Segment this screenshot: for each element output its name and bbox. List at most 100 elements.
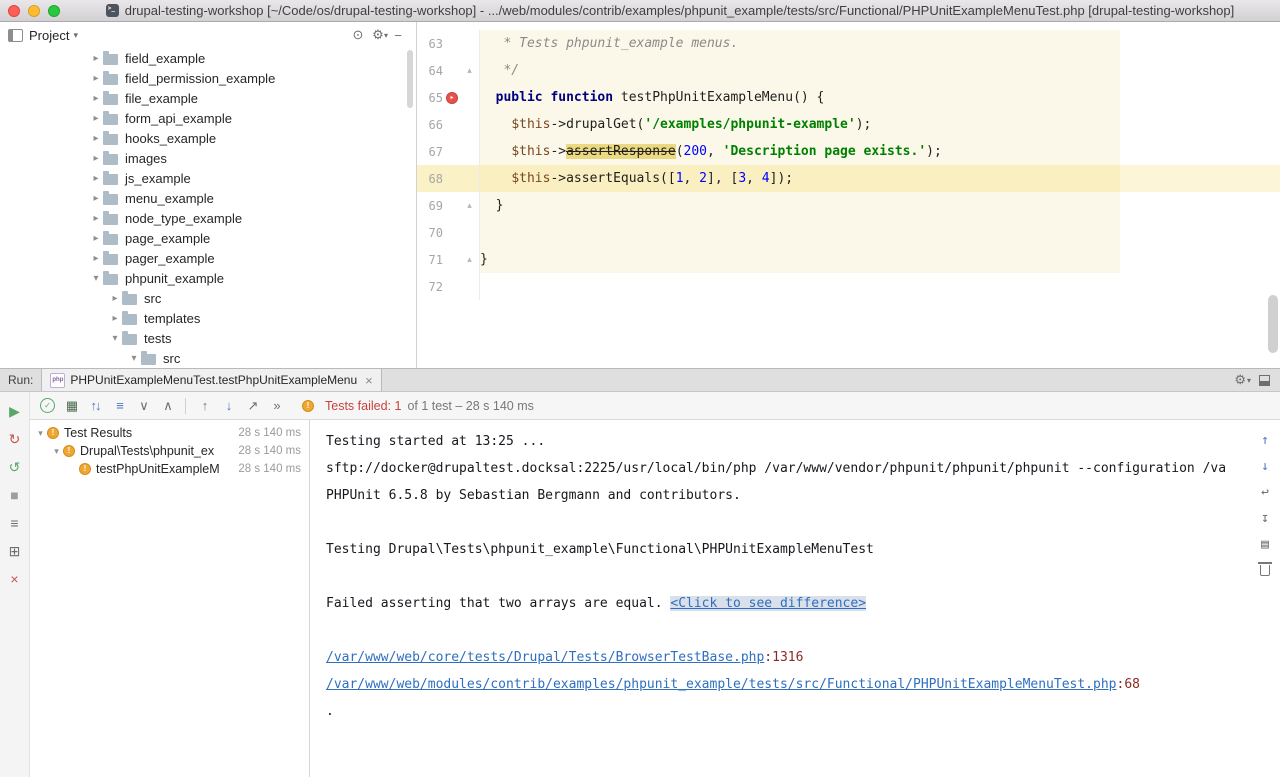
chevron-right-icon[interactable]: ▸ xyxy=(108,313,122,324)
chevron-down-icon[interactable]: ▾ xyxy=(89,273,103,284)
editor-gutter[interactable]: 72 xyxy=(417,273,480,300)
editor-line[interactable]: 66 $this->drupalGet('/examples/phpunit-e… xyxy=(417,111,1280,138)
project-panel-title[interactable]: Project xyxy=(29,28,69,43)
project-tree-item[interactable]: ▸form_api_example xyxy=(0,108,416,128)
chevron-right-icon[interactable]: ▸ xyxy=(89,173,103,184)
editor-gutter[interactable]: 64▴ xyxy=(417,57,480,84)
test-tree-item[interactable]: !testPhpUnitExampleM28 s 140 ms xyxy=(30,460,309,478)
rerun-button[interactable]: ▶ xyxy=(6,402,24,420)
editor-gutter[interactable]: 71▴ xyxy=(417,246,480,273)
test-tree-item[interactable]: ▾!Drupal\Tests\phpunit_ex28 s 140 ms xyxy=(30,442,309,460)
console-link[interactable]: /var/www/web/core/tests/Drupal/Tests/Bro… xyxy=(326,650,764,665)
project-tree-item[interactable]: ▸hooks_example xyxy=(0,128,416,148)
chevron-right-icon[interactable]: ▸ xyxy=(89,193,103,204)
sort-alphabetically-button[interactable]: ≡ xyxy=(111,398,127,413)
editor-gutter[interactable]: 68 xyxy=(417,165,480,192)
project-tree-item[interactable]: ▸node_type_example xyxy=(0,208,416,228)
editor-line[interactable]: 71▴} xyxy=(417,246,1280,273)
stop-button[interactable]: ■ xyxy=(6,486,24,504)
editor-line[interactable]: 67 $this->assertResponse(200, 'Descripti… xyxy=(417,138,1280,165)
project-tree-item[interactable]: ▸src xyxy=(0,288,416,308)
chevron-right-icon[interactable]: ▸ xyxy=(89,133,103,144)
project-tree-item[interactable]: ▸js_example xyxy=(0,168,416,188)
scroll-to-end-button[interactable]: ↧ xyxy=(1255,508,1275,528)
editor-line[interactable]: 64▴ */ xyxy=(417,57,1280,84)
editor-line[interactable]: 72 xyxy=(417,273,1280,300)
editor-scrollbar[interactable] xyxy=(1268,295,1278,353)
clear-all-button[interactable] xyxy=(1255,560,1275,580)
show-passed-button[interactable]: ✓ xyxy=(40,398,55,413)
minimize-window-button[interactable] xyxy=(28,5,40,17)
chevron-right-icon[interactable]: ▸ xyxy=(89,233,103,244)
project-tree-item[interactable]: ▾phpunit_example xyxy=(0,268,416,288)
chevron-down-icon[interactable]: ▾ xyxy=(34,428,47,439)
up-the-stacktrace-button[interactable]: ↑ xyxy=(1255,430,1275,450)
run-tab[interactable]: php PHPUnitExampleMenuTest.testPhpUnitEx… xyxy=(41,369,381,391)
chevron-down-icon[interactable]: ▾ xyxy=(50,446,63,457)
run-settings-gear-icon[interactable]: ⚙ xyxy=(1234,372,1246,388)
chevron-right-icon[interactable]: ▸ xyxy=(89,113,103,124)
next-occurrence-button[interactable]: ↓ xyxy=(220,398,236,413)
editor-gutter[interactable]: 65 xyxy=(417,84,480,111)
test-console[interactable]: Testing started at 13:25 ...sftp://docke… xyxy=(310,420,1280,777)
chevron-right-icon[interactable]: ▸ xyxy=(108,293,122,304)
chevron-right-icon[interactable]: ▸ xyxy=(89,153,103,164)
chevron-down-icon[interactable]: ▾ xyxy=(127,353,141,364)
project-tree-item[interactable]: ▸field_permission_example xyxy=(0,68,416,88)
test-history-button[interactable]: ≡ xyxy=(6,514,24,532)
print-button[interactable]: ▤ xyxy=(1255,534,1275,554)
project-tree-item[interactable]: ▸file_example xyxy=(0,88,416,108)
project-tree-item[interactable]: ▸field_example xyxy=(0,48,416,68)
close-tab-icon[interactable]: × xyxy=(365,373,373,388)
editor-line[interactable]: 69▴ } xyxy=(417,192,1280,219)
editor-line[interactable]: 65 public function testPhpUnitExampleMen… xyxy=(417,84,1280,111)
toggle-auto-test-button[interactable]: ↺ xyxy=(6,458,24,476)
editor-gutter[interactable]: 63 xyxy=(417,30,480,57)
chevron-right-icon[interactable]: ▸ xyxy=(89,93,103,104)
chevron-right-icon[interactable]: ▸ xyxy=(89,73,103,84)
project-scrollbar[interactable] xyxy=(407,50,413,108)
zoom-window-button[interactable] xyxy=(48,5,60,17)
project-tree-item[interactable]: ▾tests xyxy=(0,328,416,348)
chevron-down-icon[interactable]: ▾ xyxy=(108,333,122,344)
line-number: 67 xyxy=(417,145,443,159)
project-tree-item[interactable]: ▸pager_example xyxy=(0,248,416,268)
chevron-right-icon[interactable]: ▸ xyxy=(89,53,103,64)
console-link[interactable]: /var/www/web/modules/contrib/examples/ph… xyxy=(326,677,1117,692)
console-link[interactable]: <Click to see difference> xyxy=(670,596,866,611)
more-options-button[interactable]: » xyxy=(268,398,284,413)
project-tree-item[interactable]: ▸images xyxy=(0,148,416,168)
project-tree-item[interactable]: ▸menu_example xyxy=(0,188,416,208)
editor-gutter[interactable]: 67 xyxy=(417,138,480,165)
editor-gutter[interactable]: 66 xyxy=(417,111,480,138)
chevron-right-icon[interactable]: ▸ xyxy=(89,213,103,224)
show-ignored-button[interactable]: ▦ xyxy=(63,398,79,414)
hide-tool-window-icon[interactable] xyxy=(1259,375,1270,386)
hide-panel-icon[interactable]: − xyxy=(388,28,408,43)
close-button[interactable]: × xyxy=(6,570,24,588)
editor-line[interactable]: 63 * Tests phpunit_example menus. xyxy=(417,30,1280,57)
project-tree-item[interactable]: ▸templates xyxy=(0,308,416,328)
down-the-stacktrace-button[interactable]: ↓ xyxy=(1255,456,1275,476)
expand-all-button[interactable]: ∨ xyxy=(135,398,151,414)
project-tree-item[interactable]: ▸page_example xyxy=(0,228,416,248)
test-tree-item[interactable]: ▾!Test Results28 s 140 ms xyxy=(30,424,309,442)
collapse-all-button[interactable]: ∧ xyxy=(159,398,175,414)
editor-gutter[interactable]: 69▴ xyxy=(417,192,480,219)
code-editor[interactable]: 63 * Tests phpunit_example menus.64▴ */6… xyxy=(417,22,1280,368)
import-test-results-button[interactable]: ↗ xyxy=(244,398,260,414)
restore-layout-button[interactable]: ⊞ xyxy=(6,542,24,560)
editor-gutter[interactable]: 70 xyxy=(417,219,480,246)
locate-file-icon[interactable]: ⊙ xyxy=(348,27,368,43)
test-failed-gutter-icon[interactable] xyxy=(446,92,458,104)
editor-line[interactable]: 68 $this->assertEquals([1, 2], [3, 4]); xyxy=(417,165,1280,192)
previous-occurrence-button[interactable]: ↑ xyxy=(196,398,212,413)
sort-by-duration-button[interactable]: ↑↓ xyxy=(87,398,103,413)
project-tree-item[interactable]: ▾src xyxy=(0,348,416,368)
rerun-failed-tests-button[interactable]: ↻ xyxy=(6,430,24,448)
close-window-button[interactable] xyxy=(8,5,20,17)
editor-line[interactable]: 70 xyxy=(417,219,1280,246)
soft-wrap-button[interactable]: ↩ xyxy=(1255,482,1275,502)
chevron-right-icon[interactable]: ▸ xyxy=(89,253,103,264)
chevron-down-icon[interactable]: ▾ xyxy=(73,30,78,41)
